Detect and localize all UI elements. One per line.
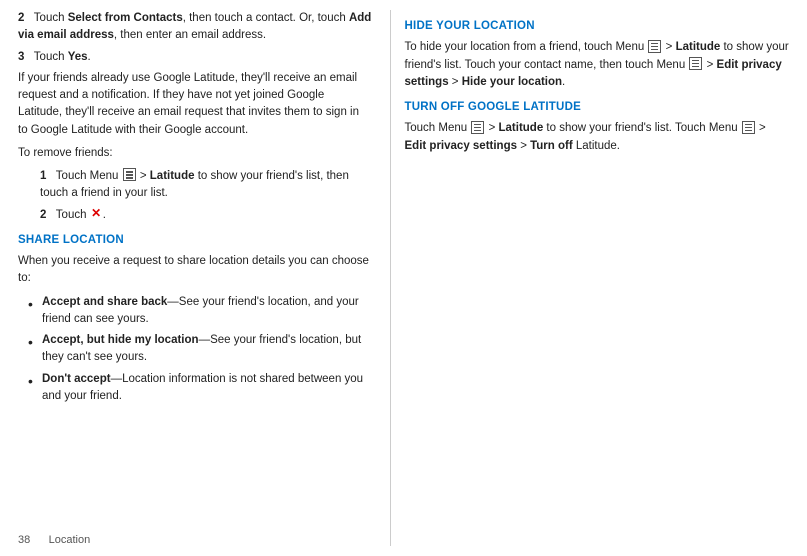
remove-heading: To remove friends: [18, 145, 372, 162]
menu-icon-3 [689, 57, 702, 70]
step-2-bold1: Select from Contacts [68, 12, 183, 24]
menu-icon-5 [742, 121, 755, 134]
menu-icon-1 [123, 168, 136, 181]
friends-para: If your friends already use Google Latit… [18, 70, 372, 139]
footer-label: Location [49, 534, 91, 546]
remove-step-1-text-b: > [140, 170, 150, 182]
step-2-text-a: Touch [34, 12, 68, 24]
step-2-text-c: , then enter an email address. [114, 29, 266, 41]
step-2-text-b: , then touch a contact. Or, touch [183, 12, 349, 24]
page-footer: 38 Location [18, 532, 90, 549]
step-3-text-b: . [88, 51, 91, 63]
bullet-dot-1: • [28, 295, 38, 313]
turn-off-para: Touch Menu > Latitude to show your frien… [405, 120, 789, 155]
hide-location-heading: HIDE YOUR LOCATION [405, 18, 789, 35]
bullet-item-1: • Accept and share back—See your friend'… [28, 294, 372, 329]
remove-step-1-text-a: Touch Menu [56, 170, 119, 182]
bullet-2-text: Accept, but hide my location—See your fr… [42, 332, 372, 367]
remove-step-1-bold1: Latitude [150, 170, 195, 182]
remove-step-2: 2 Touch ✕. [40, 207, 372, 224]
step-2-num: 2 [18, 12, 24, 24]
bullet-dot-3: • [28, 372, 38, 390]
step-3: 3 Touch Yes. [18, 49, 372, 66]
menu-icon-2 [648, 40, 661, 53]
bullet-list: • Accept and share back—See your friend'… [28, 294, 372, 406]
bullet-1-text: Accept and share back—See your friend's … [42, 294, 372, 329]
bullet-item-3: • Don't accept—Location information is n… [28, 371, 372, 406]
hide-location-para: To hide your location from a friend, tou… [405, 39, 789, 91]
remove-step-2-period: . [103, 209, 106, 221]
bullet-item-2: • Accept, but hide my location—See your … [28, 332, 372, 367]
share-location-heading: SHARE LOCATION [18, 232, 372, 249]
turn-off-heading: TURN OFF GOOGLE LATITUDE [405, 99, 789, 116]
bullet-3-text: Don't accept—Location information is not… [42, 371, 372, 406]
page-container: 2 Touch Select from Contacts, then touch… [0, 0, 807, 556]
page-number: 38 [18, 534, 30, 546]
right-column: HIDE YOUR LOCATION To hide your location… [391, 0, 807, 556]
step-2: 2 Touch Select from Contacts, then touch… [18, 10, 372, 45]
menu-icon-4 [471, 121, 484, 134]
remove-step-2-num: 2 [40, 209, 46, 221]
step-3-num: 3 [18, 51, 24, 63]
bullet-dot-2: • [28, 333, 38, 351]
remove-step-2-text-a: Touch [56, 209, 90, 221]
step-3-text-a: Touch [34, 51, 68, 63]
remove-step-1-num: 1 [40, 170, 46, 182]
x-icon: ✕ [90, 207, 103, 220]
share-location-intro: When you receive a request to share loca… [18, 253, 372, 288]
step-3-bold1: Yes [68, 51, 88, 63]
remove-step-1: 1 Touch Menu > Latitude to show your fri… [40, 168, 372, 203]
left-column: 2 Touch Select from Contacts, then touch… [0, 0, 390, 556]
